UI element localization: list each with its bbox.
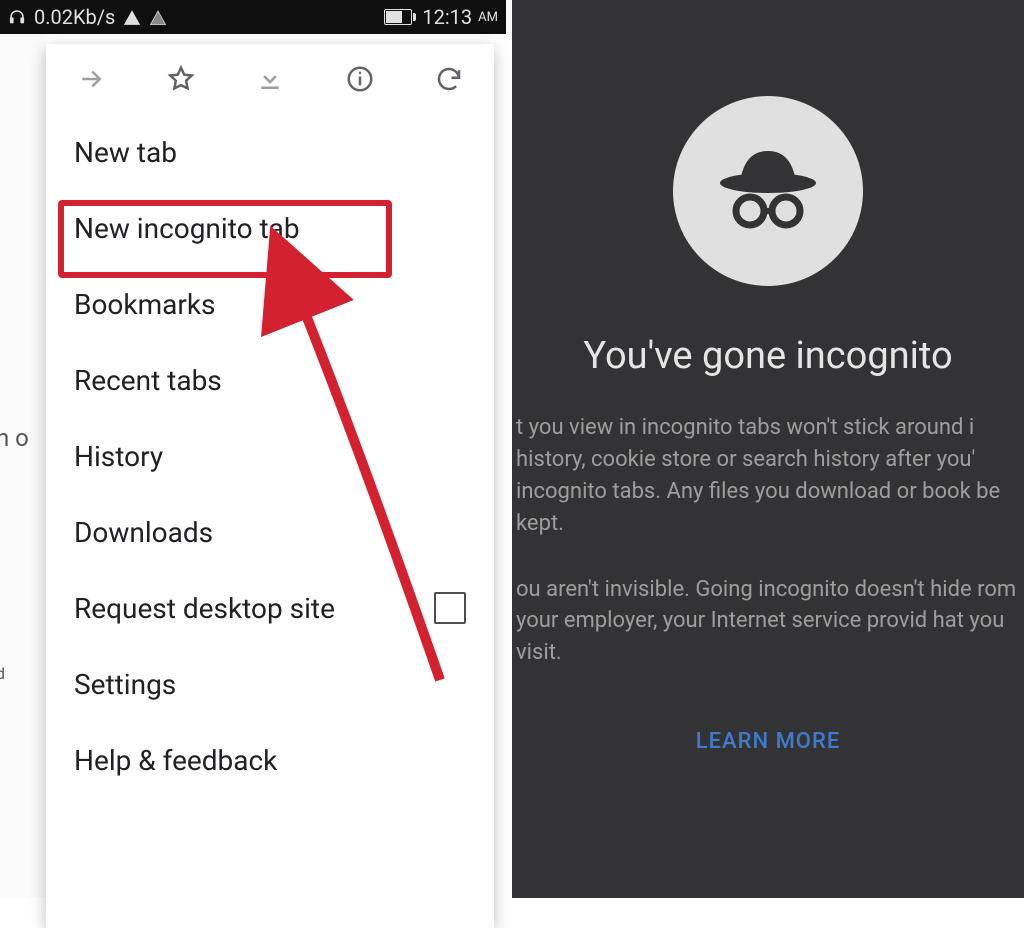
menu-item-history[interactable]: History [46, 418, 494, 494]
menu-item-bookmarks[interactable]: Bookmarks [46, 266, 494, 342]
menu-item-label: History [74, 440, 163, 473]
menu-list: New tab New incognito tab Bookmarks Rece… [46, 104, 494, 928]
battery-icon [384, 9, 412, 25]
card-text-fragment: d [0, 664, 46, 683]
menu-item-new-incognito-tab[interactable]: New incognito tab [46, 190, 494, 266]
status-left: 0.02Kb/s [8, 5, 167, 29]
menu-item-help-feedback[interactable]: Help & feedback [46, 722, 494, 798]
reload-button[interactable] [432, 62, 466, 96]
menu-item-request-desktop[interactable]: Request desktop site [46, 570, 494, 646]
star-icon [166, 64, 196, 94]
background-strip: h o d [0, 34, 46, 898]
info-icon [345, 64, 375, 94]
download-icon [255, 64, 285, 94]
forward-button[interactable] [74, 62, 108, 96]
menu-item-label: Bookmarks [74, 288, 216, 321]
download-button[interactable] [253, 62, 287, 96]
incognito-icon [708, 131, 828, 251]
icon-row [46, 44, 494, 104]
incognito-content: You've gone incognito t you view in inco… [512, 0, 1024, 754]
menu-item-new-tab[interactable]: New tab [46, 114, 494, 190]
reload-icon [434, 64, 464, 94]
incognito-paragraph-1: t you view in incognito tabs won't stick… [516, 412, 1020, 540]
menu-item-downloads[interactable]: Downloads [46, 494, 494, 570]
menu-item-recent-tabs[interactable]: Recent tabs [46, 342, 494, 418]
signal-icon [123, 8, 141, 26]
menu-item-label: New tab [74, 136, 177, 169]
desktop-site-checkbox[interactable] [434, 592, 466, 624]
arrow-forward-icon [76, 64, 106, 94]
info-button[interactable] [343, 62, 377, 96]
network-speed: 0.02Kb/s [34, 5, 115, 29]
learn-more-link[interactable]: LEARN MORE [512, 729, 1024, 754]
bookmark-button[interactable] [164, 62, 198, 96]
menu-item-settings[interactable]: Settings [46, 646, 494, 722]
headphones-icon [8, 8, 26, 26]
menu-item-label: Help & feedback [74, 744, 277, 777]
chrome-menu-popup: New tab New incognito tab Bookmarks Rece… [46, 44, 494, 928]
incognito-panel: You've gone incognito t you view in inco… [512, 0, 1024, 898]
clock-time: 12:13 [422, 5, 472, 29]
menu-item-label: Downloads [74, 516, 213, 549]
status-bar: 0.02Kb/s 12:13 AM [0, 0, 506, 34]
incognito-paragraph-2: ou aren't invisible. Going incognito doe… [516, 574, 1020, 670]
menu-item-label: Recent tabs [74, 364, 222, 397]
incognito-title: You've gone incognito [512, 334, 1024, 378]
search-text-fragment: h o [0, 424, 46, 452]
status-right: 12:13 AM [384, 5, 498, 29]
signal-secondary-icon [149, 8, 167, 26]
menu-item-label: Settings [74, 668, 176, 701]
left-panel: 0.02Kb/s 12:13 AM h o d [0, 0, 512, 898]
clock-suffix: AM [478, 10, 498, 25]
incognito-badge [673, 96, 863, 286]
menu-item-label: Request desktop site [74, 592, 335, 625]
menu-item-label: New incognito tab [74, 212, 300, 245]
